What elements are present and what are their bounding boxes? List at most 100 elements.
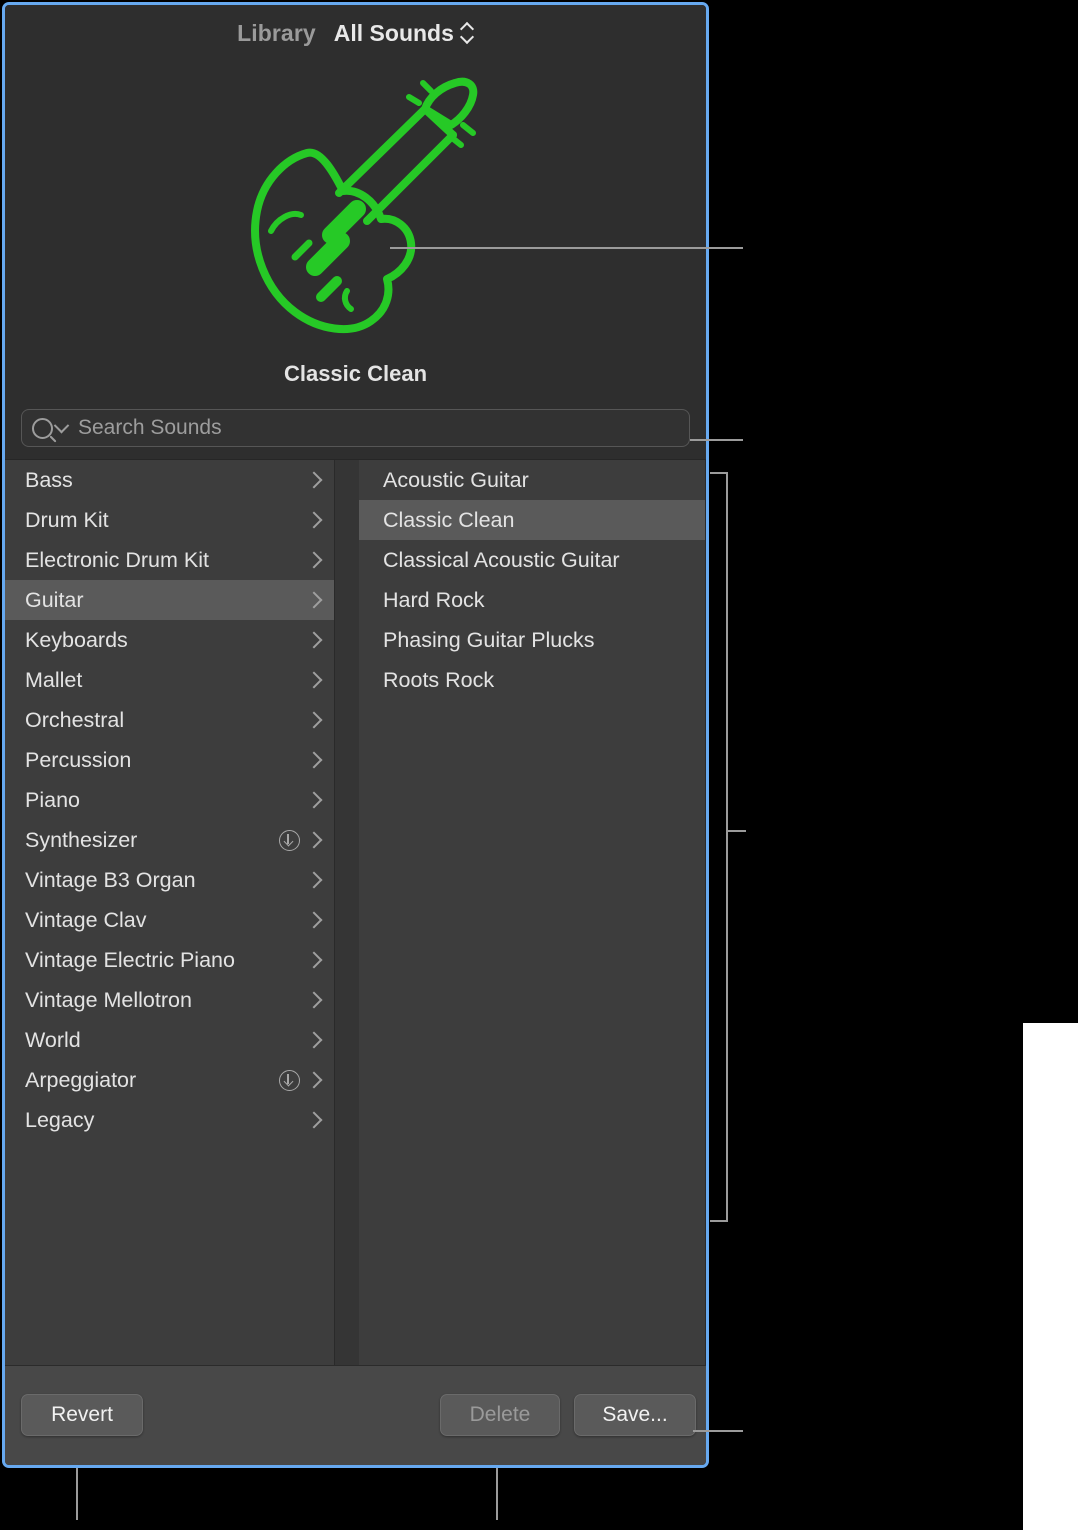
category-label: Mallet — [25, 668, 273, 693]
callout-line-delete-button — [496, 1468, 498, 1520]
category-row[interactable]: Orchestral — [5, 700, 334, 740]
chevron-right-icon — [306, 632, 323, 649]
chevron-right-icon — [306, 592, 323, 609]
category-row[interactable]: Vintage Clav — [5, 900, 334, 940]
chevron-down-icon — [54, 417, 70, 433]
category-row[interactable]: Bass — [5, 460, 334, 500]
patch-row[interactable]: Roots Rock — [359, 660, 705, 700]
category-row[interactable]: Vintage Mellotron — [5, 980, 334, 1020]
callout-bracket-browser-top — [710, 472, 728, 474]
search-icon-group[interactable] — [32, 418, 67, 439]
all-sounds-label: All Sounds — [334, 20, 454, 47]
category-row[interactable]: Vintage B3 Organ — [5, 860, 334, 900]
chevron-right-icon — [306, 672, 323, 689]
category-row[interactable]: Percussion — [5, 740, 334, 780]
category-label: Vintage B3 Organ — [25, 868, 273, 893]
page-white-area — [1023, 1023, 1078, 1530]
column-divider — [335, 460, 359, 1365]
all-sounds-popup-menu[interactable]: All Sounds — [334, 20, 474, 47]
patch-row[interactable]: Phasing Guitar Plucks — [359, 620, 705, 660]
chevron-right-icon — [306, 872, 323, 889]
category-row[interactable]: Piano — [5, 780, 334, 820]
chevron-right-icon — [306, 832, 323, 849]
callout-line-patch-icon — [390, 247, 743, 249]
category-row[interactable]: Drum Kit — [5, 500, 334, 540]
callout-line-save-button — [693, 1430, 743, 1432]
chevron-right-icon — [306, 912, 323, 929]
category-row[interactable]: Arpeggiator — [5, 1060, 334, 1100]
download-slot — [273, 1070, 300, 1091]
download-icon[interactable] — [279, 1070, 300, 1091]
category-label: Piano — [25, 788, 273, 813]
chevron-right-icon — [306, 792, 323, 809]
category-row[interactable]: Guitar — [5, 580, 334, 620]
patch-label: Acoustic Guitar — [383, 468, 529, 493]
category-column[interactable]: Bass Drum Kit Electronic Drum Kit Guitar Key… — [5, 460, 335, 1365]
patch-label: Hard Rock — [383, 588, 485, 613]
category-label: Vintage Mellotron — [25, 988, 273, 1013]
chevron-right-icon — [306, 472, 323, 489]
category-label: Vintage Clav — [25, 908, 273, 933]
category-label: Bass — [25, 468, 273, 493]
callout-line-search-field — [690, 439, 743, 441]
category-row[interactable]: World — [5, 1020, 334, 1060]
electric-guitar-icon — [211, 69, 511, 359]
chevron-right-icon — [306, 992, 323, 1009]
patch-row[interactable]: Hard Rock — [359, 580, 705, 620]
chevron-right-icon — [306, 1032, 323, 1049]
chevron-right-icon — [306, 712, 323, 729]
chevron-right-icon — [306, 752, 323, 769]
download-icon[interactable] — [279, 830, 300, 851]
patch-row[interactable]: Acoustic Guitar — [359, 460, 705, 500]
category-label: Percussion — [25, 748, 273, 773]
library-header: Library All Sounds — [5, 5, 706, 61]
revert-button[interactable]: Revert — [21, 1394, 143, 1436]
delete-button[interactable]: Delete — [440, 1394, 560, 1436]
sound-browser: Bass Drum Kit Electronic Drum Kit Guitar Key… — [5, 459, 706, 1365]
category-label: Drum Kit — [25, 508, 273, 533]
search-input-placeholder[interactable]: Search Sounds — [78, 416, 222, 440]
patch-label: Roots Rock — [383, 668, 494, 693]
category-label: Guitar — [25, 588, 273, 613]
patch-label: Classical Acoustic Guitar — [383, 548, 620, 573]
search-icon — [32, 418, 53, 439]
category-row[interactable]: Mallet — [5, 660, 334, 700]
search-field[interactable]: Search Sounds — [21, 409, 690, 447]
chevron-right-icon — [306, 552, 323, 569]
category-label: Orchestral — [25, 708, 273, 733]
patch-preview: Classic Clean — [5, 61, 706, 401]
category-label: World — [25, 1028, 273, 1053]
category-row[interactable]: Legacy — [5, 1100, 334, 1140]
category-row[interactable]: Keyboards — [5, 620, 334, 660]
category-label: Keyboards — [25, 628, 273, 653]
patch-row[interactable]: Classical Acoustic Guitar — [359, 540, 705, 580]
patch-row[interactable]: Classic Clean — [359, 500, 705, 540]
download-slot — [273, 830, 300, 851]
callout-bracket-browser-bottom — [710, 1220, 728, 1222]
page-title: Library — [237, 20, 316, 47]
current-patch-name: Classic Clean — [5, 361, 706, 387]
search-container: Search Sounds — [5, 401, 706, 459]
callout-line-revert-button — [76, 1468, 78, 1520]
category-row[interactable]: Synthesizer — [5, 820, 334, 860]
chevron-right-icon — [306, 1072, 323, 1089]
chevron-right-icon — [306, 952, 323, 969]
category-row[interactable]: Vintage Electric Piano — [5, 940, 334, 980]
chevron-right-icon — [306, 512, 323, 529]
save-button[interactable]: Save... — [574, 1394, 696, 1436]
chevron-up-down-icon — [461, 22, 474, 44]
category-label: Legacy — [25, 1108, 273, 1133]
patch-column[interactable]: Acoustic Guitar Classic Clean Classical Ac… — [359, 460, 706, 1365]
category-label: Electronic Drum Kit — [25, 548, 273, 573]
category-label: Synthesizer — [25, 828, 273, 853]
library-panel: Library All Sounds — [2, 2, 709, 1468]
callout-bracket-browser-stub — [728, 830, 746, 832]
category-label: Arpeggiator — [25, 1068, 273, 1093]
patch-label: Phasing Guitar Plucks — [383, 628, 595, 653]
category-row[interactable]: Electronic Drum Kit — [5, 540, 334, 580]
category-label: Vintage Electric Piano — [25, 948, 273, 973]
callout-bracket-browser — [726, 472, 728, 1222]
patch-label: Classic Clean — [383, 508, 514, 533]
library-footer: Revert Delete Save... — [5, 1365, 706, 1466]
chevron-right-icon — [306, 1112, 323, 1129]
